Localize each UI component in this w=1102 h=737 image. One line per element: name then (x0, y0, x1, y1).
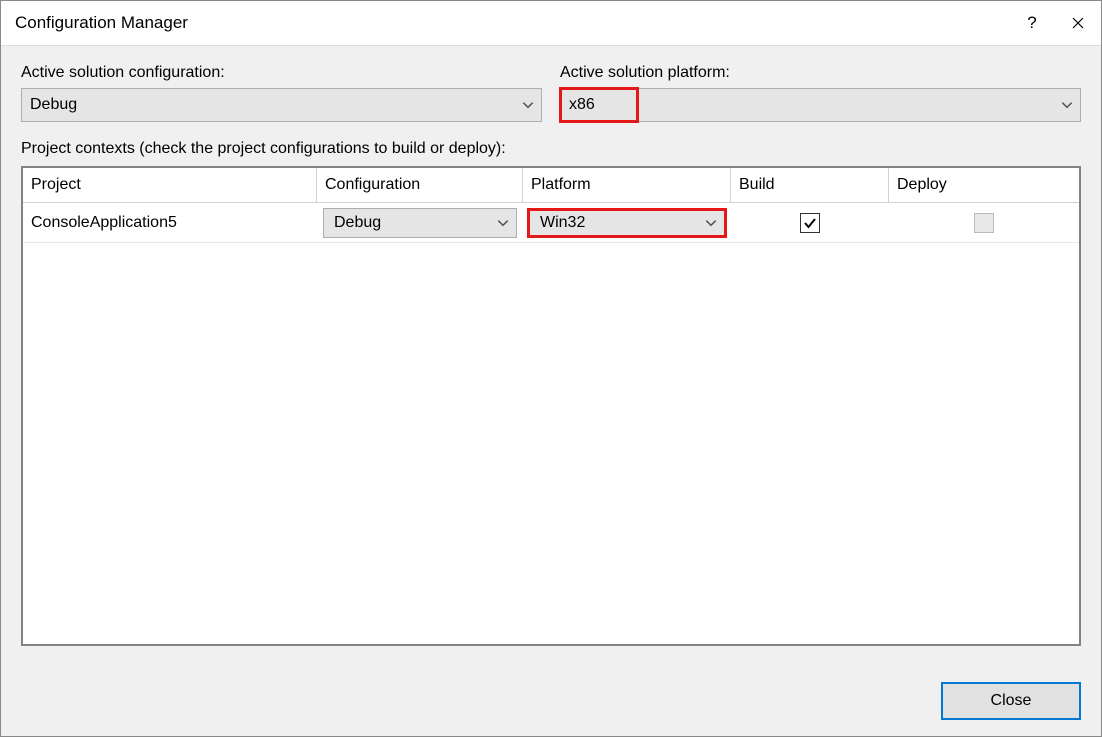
table-row: ConsoleApplication5 Debug Win32 (23, 203, 1079, 243)
grid-header-row: Project Configuration Platform Build Dep… (23, 168, 1079, 203)
active-platform-dropdown[interactable]: x86 (560, 88, 1081, 122)
chevron-down-icon (704, 216, 718, 230)
cell-configuration: Debug (317, 203, 523, 242)
close-button-label: Close (991, 692, 1032, 710)
active-platform-group: Active solution platform: x86 (560, 64, 1081, 122)
active-config-value: Debug (30, 96, 521, 114)
help-button[interactable]: ? (1009, 1, 1055, 45)
header-deploy[interactable]: Deploy (889, 168, 1079, 202)
cell-project-name: ConsoleApplication5 (23, 203, 317, 242)
project-contexts-grid: Project Configuration Platform Build Dep… (21, 166, 1081, 646)
active-config-label: Active solution configuration: (21, 64, 542, 82)
solution-selectors-row: Active solution configuration: Debug Act… (21, 64, 1081, 122)
active-config-dropdown[interactable]: Debug (21, 88, 542, 122)
row-platform-dropdown[interactable]: Win32 (527, 208, 727, 238)
row-configuration-dropdown[interactable]: Debug (323, 208, 517, 238)
header-build[interactable]: Build (731, 168, 889, 202)
header-configuration[interactable]: Configuration (317, 168, 523, 202)
window-title: Configuration Manager (15, 13, 1009, 33)
chevron-down-icon (496, 216, 510, 230)
active-platform-label: Active solution platform: (560, 64, 1081, 82)
window-close-button[interactable] (1055, 1, 1101, 45)
row-configuration-value: Debug (334, 214, 496, 232)
dialog-content: Active solution configuration: Debug Act… (1, 46, 1101, 666)
project-contexts-label: Project contexts (check the project conf… (21, 140, 1081, 158)
titlebar: Configuration Manager ? (1, 1, 1101, 46)
header-platform[interactable]: Platform (523, 168, 731, 202)
deploy-checkbox (974, 213, 994, 233)
close-button[interactable]: Close (941, 682, 1081, 720)
checkmark-icon (803, 216, 817, 230)
row-platform-value: Win32 (540, 214, 704, 232)
close-icon (1072, 17, 1084, 29)
cell-build (731, 203, 889, 242)
active-config-group: Active solution configuration: Debug (21, 64, 542, 122)
dialog-footer: Close (1, 666, 1101, 736)
cell-deploy (889, 203, 1079, 242)
chevron-down-icon (1060, 98, 1074, 112)
cell-platform: Win32 (523, 203, 731, 242)
chevron-down-icon (521, 98, 535, 112)
titlebar-controls: ? (1009, 1, 1101, 45)
header-project[interactable]: Project (23, 168, 317, 202)
build-checkbox[interactable] (800, 213, 820, 233)
active-platform-value: x86 (569, 96, 1060, 114)
